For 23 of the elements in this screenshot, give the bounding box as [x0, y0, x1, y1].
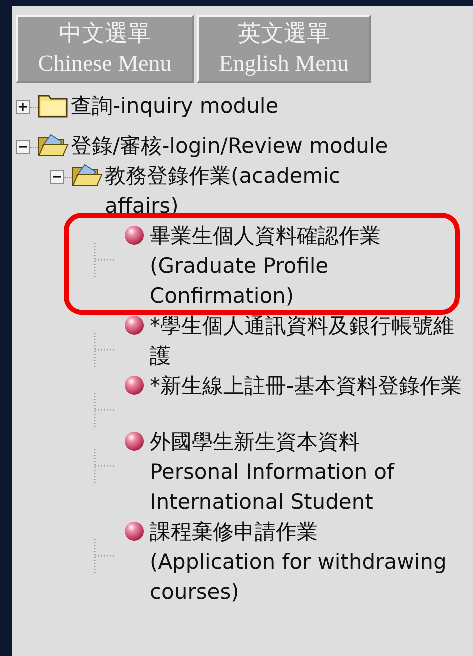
connector-line: [94, 449, 116, 483]
tree-item[interactable]: 登錄/審核-login/Review module: [71, 131, 388, 161]
tree-item[interactable]: 畢業生個人資料確認作業 (Graduate Profile Confirmation): [150, 221, 468, 311]
tree-item[interactable]: *新生線上註冊-基本資料登錄作業: [150, 371, 468, 401]
bullet-icon: [124, 315, 145, 336]
bullet-icon: [124, 521, 145, 542]
tree-item[interactable]: 查詢-inquiry module: [71, 91, 279, 121]
bullet-icon: [124, 375, 145, 396]
connector-line: [94, 539, 116, 573]
tree-item[interactable]: 教務登錄作業(academic affairs): [105, 161, 341, 221]
expand-icon[interactable]: [16, 100, 30, 114]
tree-item[interactable]: 課程棄修申請作業 (Application for withdrawing courses): [150, 517, 468, 607]
tree-item[interactable]: *學生個人通訊資料及銀行帳號維護: [150, 311, 468, 371]
bullet-icon: [124, 225, 145, 246]
tree-item[interactable]: 外國學生新生資本資料 Personal Information of International Student: [150, 427, 468, 517]
connector-line: [94, 333, 116, 367]
collapse-icon[interactable]: [16, 140, 30, 154]
connector-line: [94, 393, 116, 427]
collapse-icon[interactable]: [50, 170, 64, 184]
connector-line: [94, 243, 116, 277]
open-folder-icon: [38, 132, 69, 159]
open-folder-icon: [72, 162, 103, 189]
bullet-icon: [124, 431, 145, 452]
